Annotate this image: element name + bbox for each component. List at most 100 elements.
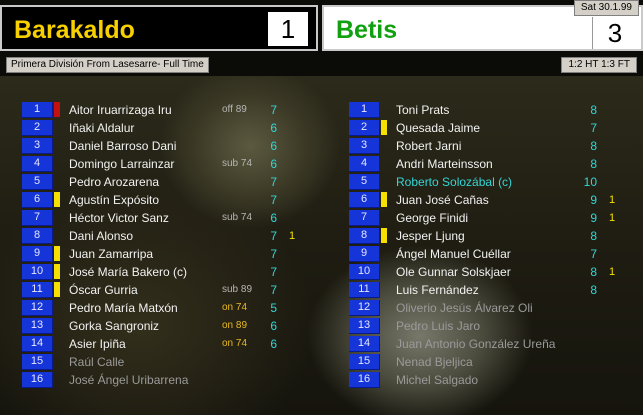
player-name: Ángel Manuel Cuéllar (396, 247, 511, 261)
shirt-number-badge: 3 (22, 138, 53, 154)
player-row[interactable]: 10 José María Bakero (c) 7 (22, 263, 322, 281)
player-rating: 10 (583, 175, 597, 189)
shirt-number-badge: 1 (349, 102, 380, 118)
player-row[interactable]: 6 Agustín Expósito 7 (22, 191, 322, 209)
player-rating: 8 (590, 283, 597, 297)
player-row[interactable]: 4 Andri Marteinsson 8 (349, 155, 643, 173)
shirt-number-badge: 14 (22, 336, 53, 352)
player-row[interactable]: 10 Ole Gunnar Solskjaer 8 1 (349, 263, 643, 281)
yellow-card-icon (54, 282, 60, 297)
shirt-number-badge: 15 (22, 354, 53, 370)
substitution-note: off 89 (222, 104, 247, 115)
player-name: Raúl Calle (69, 355, 125, 369)
shirt-number-badge: 10 (22, 264, 53, 280)
away-team-score: 3 (592, 17, 637, 49)
match-info-bar: Primera División From Lasesarre- Full Ti… (0, 57, 643, 73)
player-row[interactable]: 4 Domingo Larrainzar sub 74 6 (22, 155, 322, 173)
player-row[interactable]: 12 Pedro María Matxón on 74 5 (22, 299, 322, 317)
player-row[interactable]: 2 Quesada Jaime 7 (349, 119, 643, 137)
shirt-number-badge: 1 (22, 102, 53, 118)
player-row[interactable]: 11 Luis Fernández 8 (349, 281, 643, 299)
player-row[interactable]: 2 Iñaki Aldalur 6 (22, 119, 322, 137)
shirt-number-badge: 14 (349, 336, 380, 352)
substitution-note: on 74 (222, 338, 248, 349)
home-team-name: Barakaldo (14, 16, 135, 44)
substitution-note: on 89 (222, 320, 248, 331)
player-row[interactable]: 9 Ángel Manuel Cuéllar 7 (349, 245, 643, 263)
player-row[interactable]: 11 Óscar Gurria sub 89 7 (22, 281, 322, 299)
player-name: Jesper Ljung (396, 229, 465, 243)
player-row[interactable]: 15 Nenad Bjeljica (349, 353, 643, 371)
player-rating: 6 (270, 211, 277, 225)
player-name: Nenad Bjeljica (396, 355, 473, 369)
yellow-card-icon (381, 120, 387, 135)
player-row[interactable]: 16 José Ángel Uribarrena (22, 371, 322, 389)
player-name: Óscar Gurria (69, 283, 138, 297)
substitution-note: sub 74 (222, 158, 253, 169)
player-row[interactable]: 8 Dani Alonso 7 1 (22, 227, 322, 245)
shirt-number-badge: 13 (22, 318, 53, 334)
away-team-name: Betis (336, 16, 398, 44)
yellow-card-icon (54, 192, 60, 207)
player-rating: 7 (590, 121, 597, 135)
player-name: Quesada Jaime (396, 121, 481, 135)
red-card-icon (54, 102, 60, 117)
player-name: Andri Marteinsson (396, 157, 493, 171)
player-name: Asier Ipiña (69, 337, 126, 351)
home-player-list: 1 Aitor Iruarrizaga Iru off 89 7 2 Iñaki Alda… (22, 101, 322, 389)
player-name: Daniel Barroso Dani (69, 139, 177, 153)
shirt-number-badge: 7 (349, 210, 380, 226)
competition-info: Primera División From Lasesarre- Full Ti… (6, 57, 209, 73)
player-rating: 7 (270, 247, 277, 261)
away-player-list: 1 Toni Prats 8 2 Quesada Jaime 7 3 Robert Jarni… (349, 101, 643, 389)
player-row[interactable]: 5 Pedro Arozarena 7 (22, 173, 322, 191)
home-team-score: 1 (268, 12, 308, 46)
player-rating: 5 (270, 301, 277, 315)
shirt-number-badge: 3 (349, 138, 380, 154)
player-row[interactable]: 7 George Finidi 9 1 (349, 209, 643, 227)
shirt-number-badge: 9 (349, 246, 380, 262)
yellow-card-icon (54, 264, 60, 279)
scoreboard: Barakaldo 1 Betis 3 Sat 30.1.99 (0, 0, 643, 54)
player-rating: 8 (590, 265, 597, 279)
player-row[interactable]: 3 Daniel Barroso Dani 6 (22, 137, 322, 155)
player-name: Ole Gunnar Solskjaer (396, 265, 511, 279)
shirt-number-badge: 11 (22, 282, 53, 298)
player-name: Toni Prats (396, 103, 450, 117)
player-name: Agustín Expósito (69, 193, 160, 207)
player-row[interactable]: 1 Aitor Iruarrizaga Iru off 89 7 (22, 101, 322, 119)
player-row[interactable]: 6 Juan José Cañas 9 1 (349, 191, 643, 209)
player-row[interactable]: 1 Toni Prats 8 (349, 101, 643, 119)
player-goals: 1 (609, 266, 616, 278)
shirt-number-badge: 4 (22, 156, 53, 172)
player-row[interactable]: 14 Juan Antonio González Ureña (349, 335, 643, 353)
player-name: Pedro María Matxón (69, 301, 178, 315)
shirt-number-badge: 12 (22, 300, 53, 316)
substitution-note: sub 89 (222, 284, 253, 295)
player-row[interactable]: 13 Gorka Sangroniz on 89 6 (22, 317, 322, 335)
player-rating: 8 (590, 229, 597, 243)
yellow-card-icon (381, 192, 387, 207)
player-row[interactable]: 7 Héctor Victor Sanz sub 74 6 (22, 209, 322, 227)
player-name: Pedro Arozarena (69, 175, 160, 189)
player-rating: 7 (590, 247, 597, 261)
shirt-number-badge: 2 (22, 120, 53, 136)
player-goals: 1 (289, 230, 296, 242)
player-rating: 6 (270, 157, 277, 171)
shirt-number-badge: 5 (349, 174, 380, 190)
player-row[interactable]: 5 Roberto Solozábal (c) 10 (349, 173, 643, 191)
player-row[interactable]: 15 Raúl Calle (22, 353, 322, 371)
player-row[interactable]: 8 Jesper Ljung 8 (349, 227, 643, 245)
player-rating: 8 (590, 139, 597, 153)
player-row[interactable]: 16 Michel Salgado (349, 371, 643, 389)
player-row[interactable]: 3 Robert Jarni 8 (349, 137, 643, 155)
player-name: Domingo Larrainzar (69, 157, 175, 171)
player-row[interactable]: 12 Oliverio Jesús Álvarez Oli (349, 299, 643, 317)
player-rating: 6 (270, 337, 277, 351)
player-rating: 6 (270, 319, 277, 333)
shirt-number-badge: 7 (22, 210, 53, 226)
player-row[interactable]: 9 Juan Zamarripa 7 (22, 245, 322, 263)
player-row[interactable]: 13 Pedro Luis Jaro (349, 317, 643, 335)
player-name: Dani Alonso (69, 229, 134, 243)
player-row[interactable]: 14 Asier Ipiña on 74 6 (22, 335, 322, 353)
